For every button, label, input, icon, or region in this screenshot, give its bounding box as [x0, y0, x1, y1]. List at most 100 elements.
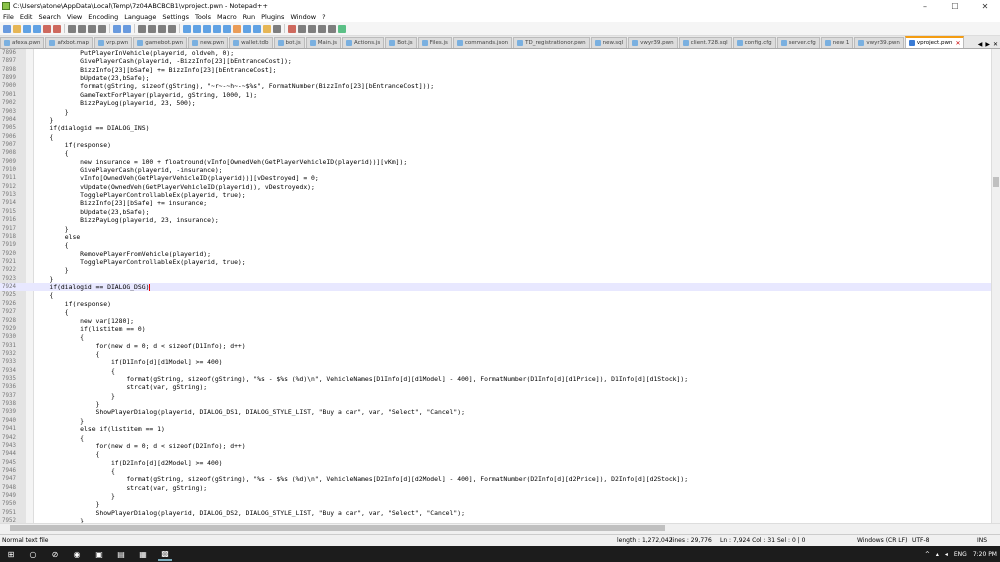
code-line[interactable]: 7948 strcat(var, gString); [0, 484, 991, 492]
tab-wallet-tdb[interactable]: wallet.tdb [229, 37, 273, 48]
tab-td-registrationor-pwn[interactable]: TD_registrationor.pwn [513, 37, 590, 48]
code-line[interactable]: 7944 { [0, 450, 991, 458]
code-line[interactable]: 7936 strcat(var, gString); [0, 383, 991, 391]
code-line[interactable]: 7943 for(new d = 0; d < sizeof(D2Info); … [0, 442, 991, 450]
tab-gamebot-pwn[interactable]: gamebot.pwn [133, 37, 188, 48]
code-line[interactable]: 7904 } [0, 116, 991, 124]
taskbar-app-5[interactable]: ▦ [136, 547, 150, 561]
tab-server-cfg[interactable]: server.cfg [776, 37, 820, 48]
horizontal-scrollbar[interactable] [0, 523, 1000, 532]
code-line[interactable]: 7913 TogglePlayerControllableEx(playerid… [0, 191, 991, 199]
tab-vwyr39-pwn[interactable]: vwyr39.pwn [854, 37, 904, 48]
code-line[interactable]: 7934 { [0, 367, 991, 375]
tab-commands-json[interactable]: commands.json [452, 37, 513, 48]
undo-icon[interactable] [113, 24, 121, 33]
code-line[interactable]: 7925 { [0, 291, 991, 299]
code-line[interactable]: 7935 format(gString, sizeof(gString), "%… [0, 375, 991, 383]
stop-macro-icon[interactable] [298, 24, 306, 33]
code-editor[interactable]: 7896 PutPlayerInVehicle(playerid, oldveh… [0, 49, 1000, 523]
sync-h-icon[interactable] [193, 24, 201, 33]
code-line[interactable]: 7940 } [0, 417, 991, 425]
notepadpp-taskbar-icon[interactable]: ▩ [158, 547, 172, 561]
menu-language[interactable]: Language [121, 12, 159, 22]
code-line[interactable]: 7907 if(response) [0, 141, 991, 149]
monitor-icon[interactable] [273, 24, 281, 33]
close-all-tabs-icon[interactable]: ✕ [993, 41, 998, 48]
code-line[interactable]: 7922 } [0, 266, 991, 274]
code-line[interactable]: 7919 { [0, 241, 991, 249]
clock[interactable]: 7:20 PM [973, 551, 997, 558]
code-line[interactable]: 7924 if(dialogid == DIALOG_DSG) [0, 283, 991, 292]
tab-new-pwn[interactable]: new.pwn [188, 37, 229, 48]
code-line[interactable]: 7905 if(dialogid == DIALOG_INS) [0, 124, 991, 132]
file-explorer-icon[interactable]: ▤ [114, 547, 128, 561]
tray-chevron-icon[interactable]: ^ [925, 551, 930, 558]
horizontal-scroll-thumb[interactable] [10, 525, 665, 531]
open-icon[interactable] [13, 24, 21, 33]
tab-vrp-pwn[interactable]: vrp.pwn [94, 37, 133, 48]
code-line[interactable]: 7932 { [0, 350, 991, 358]
volume-icon[interactable]: ◂ [945, 551, 948, 558]
menu-edit[interactable]: Edit [17, 12, 36, 22]
code-line[interactable]: 7951 ShowPlayerDialog(playerid, DIALOG_D… [0, 509, 991, 517]
menu-file[interactable]: File [0, 12, 17, 22]
code-line[interactable]: 7909 new insurance = 100 + floatround(vI… [0, 158, 991, 166]
code-line[interactable]: 7921 TogglePlayerControllableEx(playerid… [0, 258, 991, 266]
tab-bot-js[interactable]: bot.js [273, 37, 305, 48]
play-multiple-icon[interactable] [318, 24, 326, 33]
code-line[interactable]: 7942 { [0, 434, 991, 442]
redo-icon[interactable] [123, 24, 131, 33]
code-line[interactable]: 7947 format(gString, sizeof(gString), "%… [0, 475, 991, 483]
code-line[interactable]: 7901 GameTextForPlayer(playerid, gString… [0, 91, 991, 99]
tab-vproject-pwn[interactable]: vproject.pwn ✕ [904, 36, 965, 48]
tab-close-icon[interactable]: ✕ [955, 40, 960, 47]
close-icon[interactable] [43, 24, 51, 33]
menu-macro[interactable]: Macro [214, 12, 240, 22]
spell-check-icon[interactable] [338, 24, 346, 33]
code-line[interactable]: 7939 ShowPlayerDialog(playerid, DIALOG_D… [0, 408, 991, 416]
menu-search[interactable]: Search [35, 12, 63, 22]
code-line[interactable]: 7902 BizzPayLog(playerid, 23, 500); [0, 99, 991, 107]
start-button[interactable]: ⊞ [4, 547, 18, 561]
tab-scroll-left-icon[interactable]: ◀ [978, 41, 983, 48]
print-icon[interactable] [68, 24, 76, 33]
menu-encoding[interactable]: Encoding [85, 12, 121, 22]
save-macro-icon[interactable] [328, 24, 336, 33]
menu-plugins[interactable]: Plugins [258, 12, 287, 22]
function-list-icon[interactable] [253, 24, 261, 33]
language-indicator[interactable]: ENG [954, 551, 967, 558]
tab-afxbot-map[interactable]: afxbot.map [45, 37, 93, 48]
code-line[interactable]: 7908 { [0, 149, 991, 157]
code-line[interactable]: 7923 } [0, 275, 991, 283]
tab-actions-js[interactable]: Actions.js [341, 37, 385, 48]
taskbar-app-1[interactable]: ⊘ [48, 547, 62, 561]
code-line[interactable]: 7915 bUpdate(23,bSafe); [0, 208, 991, 216]
tab-config-cfg[interactable]: config.cfg [732, 37, 776, 48]
tab-scroll-right-icon[interactable]: ▶ [985, 41, 990, 48]
code-line[interactable]: 7937 } [0, 392, 991, 400]
code-line[interactable]: 7941 else if(listitem == 1) [0, 425, 991, 433]
code-line[interactable]: 7903 } [0, 108, 991, 116]
folder-workspace-icon[interactable] [263, 24, 271, 33]
udl-icon[interactable] [233, 24, 241, 33]
copy-icon[interactable] [88, 24, 96, 33]
code-line[interactable]: 7898 BizzInfo[23][bSafe] += BizzInfo[23]… [0, 66, 991, 74]
code-line[interactable]: 7920 RemovePlayerFromVehicle(playerid); [0, 250, 991, 258]
code-line[interactable]: 7933 if(D1Info[d][d1Model] >= 400) [0, 358, 991, 366]
code-line[interactable]: 7949 } [0, 492, 991, 500]
tab-new-1[interactable]: new 1 [820, 37, 854, 48]
sync-v-icon[interactable] [183, 24, 191, 33]
search-icon[interactable]: ○ [26, 547, 40, 561]
record-macro-icon[interactable] [288, 24, 296, 33]
tab-new-sql[interactable]: new.sql [590, 37, 628, 48]
tab-bot-js[interactable]: Bot.js [385, 37, 417, 48]
indent-guide-icon[interactable] [223, 24, 231, 33]
maximize-button[interactable]: ☐ [940, 0, 970, 12]
zoom-out-icon[interactable] [168, 24, 176, 33]
code-line[interactable]: 7910 GivePlayerCash(playerid, -insurance… [0, 166, 991, 174]
save-icon[interactable] [23, 24, 31, 33]
code-line[interactable]: 7950 } [0, 500, 991, 508]
doc-map-icon[interactable] [243, 24, 251, 33]
find-icon[interactable] [138, 24, 146, 33]
cut-icon[interactable] [78, 24, 86, 33]
